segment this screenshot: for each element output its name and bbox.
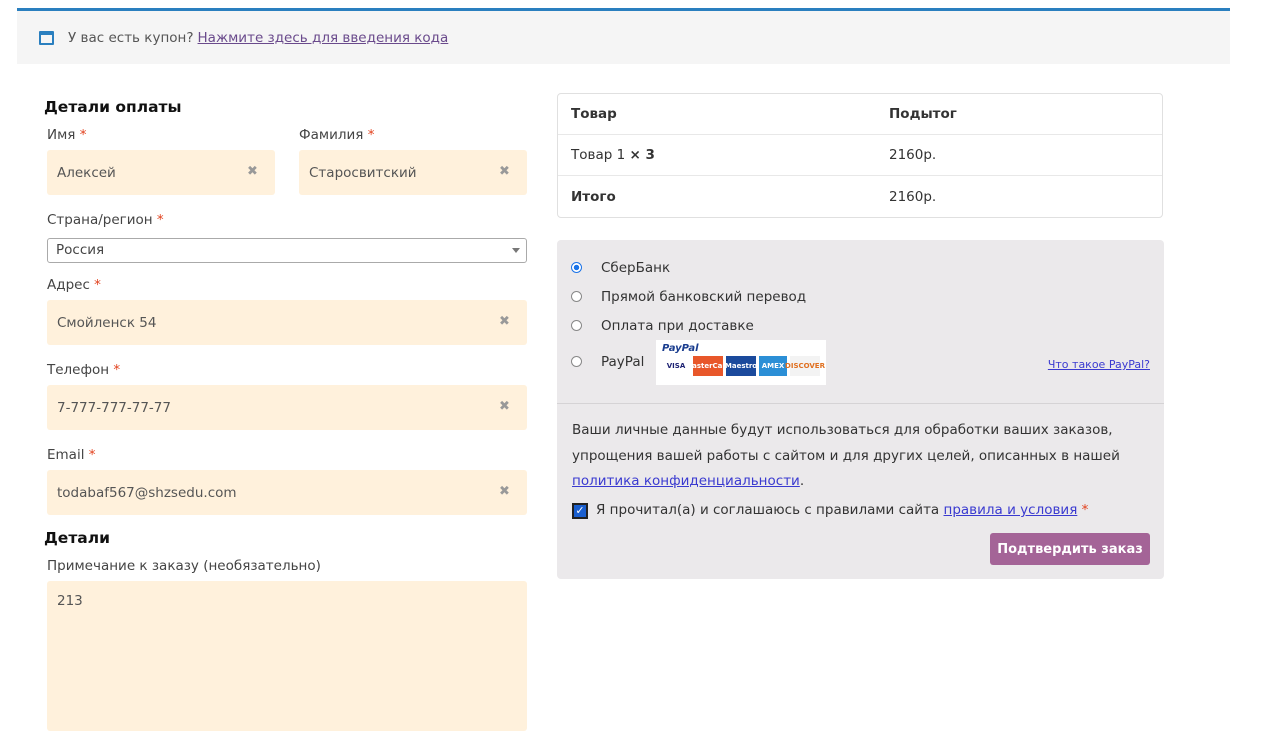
terms-checkbox[interactable]: ✓ xyxy=(572,503,588,519)
email-label: Email * xyxy=(47,447,96,463)
details-title: Детали xyxy=(44,529,110,547)
coupon-link[interactable]: Нажмите здесь для введения кода xyxy=(198,30,449,46)
chevron-down-icon xyxy=(512,248,520,257)
autofill-icon: ✖ xyxy=(499,484,510,499)
autofill-icon: ✖ xyxy=(499,314,510,329)
first-name-label: Имя * xyxy=(47,127,87,143)
autofill-icon: ✖ xyxy=(247,164,258,179)
phone-label: Телефон * xyxy=(47,362,121,378)
last-name-input[interactable]: Старосвитский ✖ xyxy=(299,150,527,195)
window-icon xyxy=(39,30,54,45)
payment-box: СберБанк Прямой банковский перевод Оплат… xyxy=(557,240,1164,579)
coupon-notice: У вас есть купон? Нажмите здесь для введ… xyxy=(17,8,1230,64)
what-is-paypal-link[interactable]: Что такое PayPal? xyxy=(1048,358,1150,371)
terms-label: Я прочитал(а) и соглашаюсь с правилами с… xyxy=(596,502,1089,518)
last-name-label: Фамилия * xyxy=(299,127,375,143)
autofill-icon: ✖ xyxy=(499,399,510,414)
privacy-text: Ваши личные данные будут использоваться … xyxy=(572,422,1120,489)
terms-link[interactable]: правила и условия xyxy=(944,502,1078,518)
radio-bank-transfer[interactable] xyxy=(571,291,582,302)
autofill-icon: ✖ xyxy=(499,164,510,179)
order-table: Товар Подытог Товар 1 × 3 2160р. Итого 2160… xyxy=(557,93,1163,218)
privacy-link[interactable]: политика конфиденциальности xyxy=(572,473,800,489)
address-input[interactable]: Смойленск 54 ✖ xyxy=(47,300,527,345)
first-name-input[interactable]: Алексей ✖ xyxy=(47,150,275,195)
col-subtotal: Подытог xyxy=(876,94,1162,135)
email-input[interactable]: todabaf567@shzsedu.com ✖ xyxy=(47,470,527,515)
method-paypal[interactable]: PayPal xyxy=(601,354,644,370)
place-order-button[interactable]: Подтвердить заказ xyxy=(990,533,1150,565)
phone-input[interactable]: 7-777-777-77-77 ✖ xyxy=(47,385,527,430)
method-cod[interactable]: Оплата при доставке xyxy=(601,318,754,334)
radio-paypal[interactable] xyxy=(571,356,582,367)
col-product: Товар xyxy=(558,94,876,135)
radio-sberbank[interactable] xyxy=(571,262,582,273)
note-textarea[interactable]: 213 xyxy=(47,581,527,731)
table-row: Товар 1 × 3 2160р. xyxy=(558,135,1162,176)
billing-title: Детали оплаты xyxy=(44,98,182,116)
country-label: Страна/регион * xyxy=(47,212,164,228)
paypal-cards-logo: PayPal VISA MasterCard Maestro AMEX DISC… xyxy=(656,340,826,385)
address-label: Адрес * xyxy=(47,277,101,293)
radio-cod[interactable] xyxy=(571,320,582,331)
country-select[interactable]: Россия xyxy=(47,238,527,263)
note-label: Примечание к заказу (необязательно) xyxy=(47,558,321,574)
divider xyxy=(557,403,1164,404)
coupon-text: У вас есть купон? xyxy=(68,29,194,46)
method-bank-transfer[interactable]: Прямой банковский перевод xyxy=(601,289,806,305)
method-sberbank[interactable]: СберБанк xyxy=(601,260,670,276)
table-row: Итого 2160р. xyxy=(571,188,937,205)
